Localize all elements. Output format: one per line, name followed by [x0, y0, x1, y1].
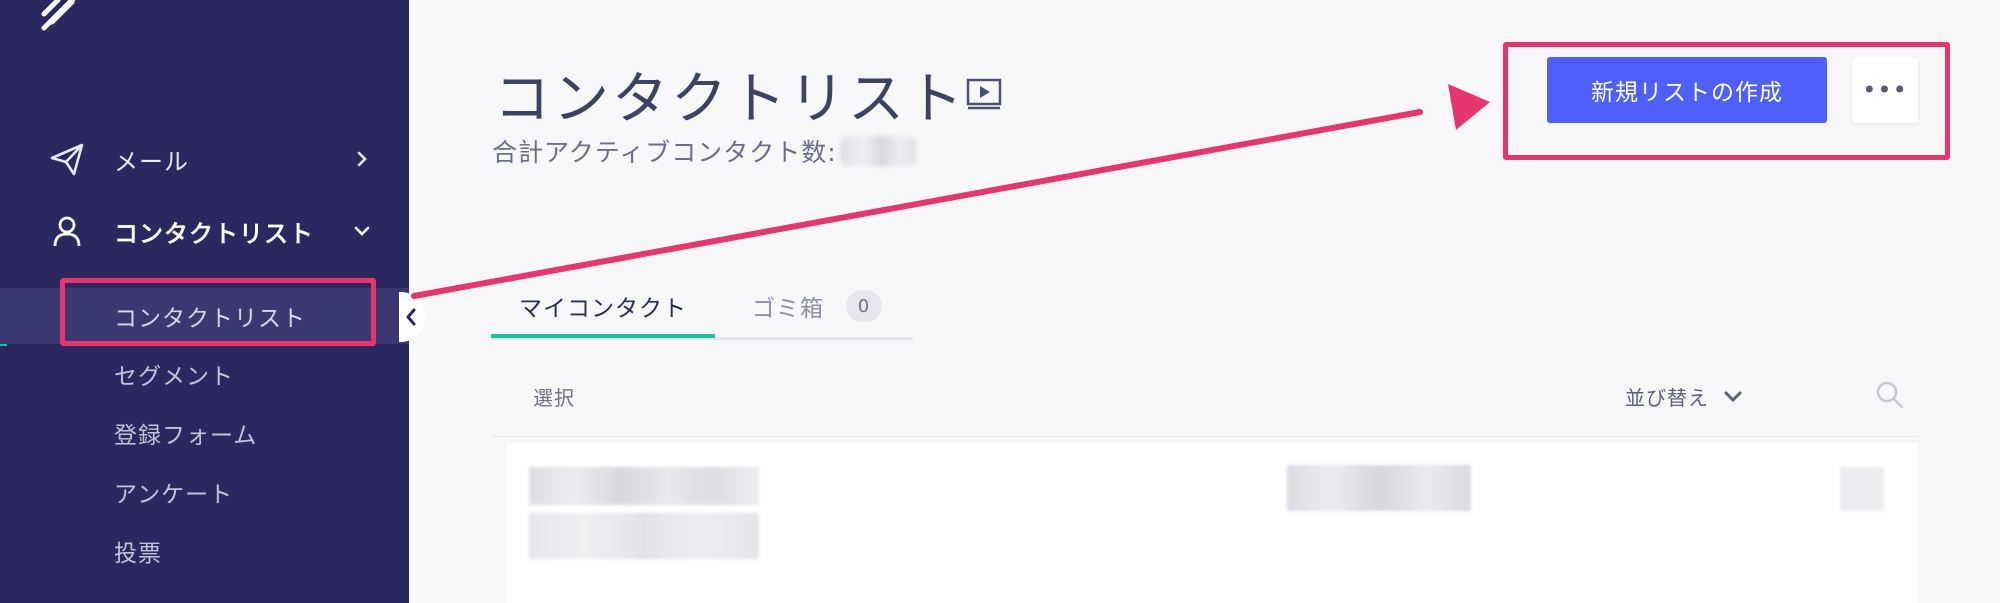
- list-toolbar: 選択 並び替え: [491, 368, 1918, 437]
- user-icon: [53, 216, 81, 247]
- chevron-down-icon: [1724, 391, 1742, 402]
- chevron-down-icon: [354, 226, 370, 236]
- brand-logo-icon[interactable]: [36, 0, 96, 32]
- contact-tabs: マイコンタクト ゴミ箱 0: [491, 275, 913, 340]
- sidebar-subitem-segments[interactable]: セグメント: [0, 346, 409, 402]
- redacted-action: [1840, 467, 1884, 511]
- sidebar-item-contact-list[interactable]: コンタクトリスト: [0, 204, 409, 258]
- redacted-count: [840, 136, 916, 166]
- video-tutorial-icon[interactable]: [966, 78, 1002, 110]
- trash-count-badge: 0: [846, 290, 882, 322]
- sidebar-subitem-surveys[interactable]: アンケート: [0, 464, 409, 520]
- annotation-highlight-sidebar: [60, 278, 376, 346]
- sidebar-item-label: コンタクトリスト: [114, 219, 314, 248]
- sidebar-collapse-button[interactable]: [399, 292, 425, 342]
- sort-dropdown[interactable]: 並び替え: [1625, 382, 1743, 411]
- active-tab-underline: [491, 334, 715, 338]
- paper-plane-icon: [50, 143, 84, 176]
- active-contacts-total: 合計アクティブコンタクト数:: [492, 138, 837, 167]
- sidebar-subitem-polls[interactable]: 投票: [0, 523, 409, 579]
- chevron-left-icon: [406, 308, 416, 326]
- tab-trash-label: ゴミ箱: [752, 296, 824, 322]
- select-toggle[interactable]: 選択: [533, 382, 575, 411]
- redacted-list-meta: [529, 513, 759, 559]
- sidebar-subitem-label: セグメント: [114, 364, 234, 390]
- redacted-list-name: [529, 467, 759, 505]
- sidebar-subitem-label: 登録フォーム: [114, 423, 258, 449]
- sidebar-item-mail[interactable]: メール: [0, 132, 409, 186]
- sidebar: メール コンタクトリスト コンタクトリスト セグメント 登録フォーム アンケート…: [0, 0, 409, 603]
- tab-my-contacts[interactable]: マイコンタクト: [491, 275, 715, 337]
- contact-list-card[interactable]: [507, 443, 1918, 603]
- page-title: コンタクトリスト: [494, 67, 966, 132]
- chevron-right-icon: [357, 151, 367, 167]
- sidebar-subitem-label: アンケート: [114, 482, 234, 508]
- redacted-contact-count: [1287, 465, 1471, 511]
- sidebar-subitem-label: 投票: [114, 541, 162, 567]
- annotation-highlight-button: [1503, 42, 1950, 160]
- sidebar-subitem-signup-forms[interactable]: 登録フォーム: [0, 405, 409, 461]
- search-icon[interactable]: [1875, 380, 1905, 410]
- sidebar-item-label: メール: [114, 147, 189, 176]
- tab-trash[interactable]: ゴミ箱 0: [752, 275, 882, 337]
- sort-label: 並び替え: [1625, 386, 1709, 410]
